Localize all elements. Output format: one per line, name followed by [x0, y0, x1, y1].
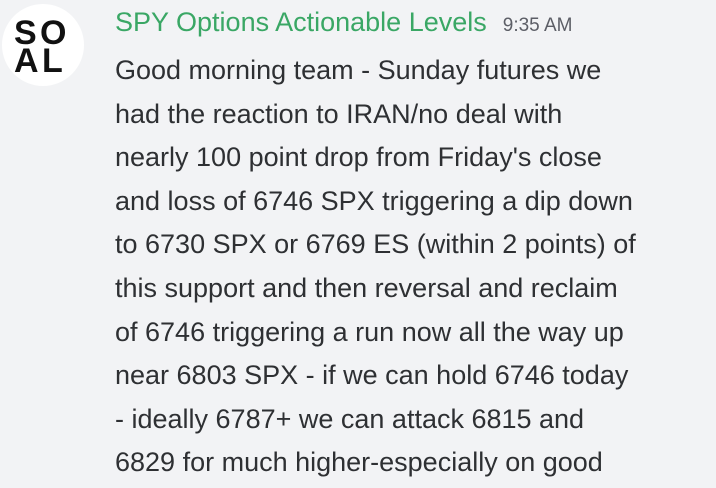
avatar-letter: A — [14, 42, 39, 80]
message-line: to 6730 SPX or 6769 ES (within 2 points)… — [115, 229, 636, 260]
author-username[interactable]: SPY Options Actionable Levels — [115, 4, 487, 40]
message-line: had the reaction to IRAN/no deal with — [115, 98, 563, 129]
chat-message: S O A L SPY Options Actionable Levels 9:… — [0, 0, 716, 488]
message-line: 6829 for much higher-especially on good — [115, 447, 603, 478]
avatar[interactable]: S O A L — [2, 4, 84, 86]
message-line: and loss of 6746 SPX triggering a dip do… — [115, 185, 633, 216]
message-content: Good morning team - Sunday futures we ha… — [115, 49, 713, 485]
avatar-letter: L — [42, 42, 63, 80]
message-line: nearly 100 point drop from Friday's clos… — [115, 142, 602, 173]
message-line: of 6746 triggering a run now all the way… — [115, 316, 624, 347]
message-line: near 6803 SPX - if we can hold 6746 toda… — [115, 360, 629, 391]
message-line: Good morning team - Sunday futures we — [115, 55, 602, 85]
message-timestamp[interactable]: 9:35 AM — [503, 8, 573, 44]
message-line: - ideally 6787+ we can attack 6815 and — [115, 403, 585, 434]
message-line: this support and then reversal and recla… — [115, 272, 618, 303]
message-header: SPY Options Actionable Levels 9:35 AM — [115, 4, 572, 40]
